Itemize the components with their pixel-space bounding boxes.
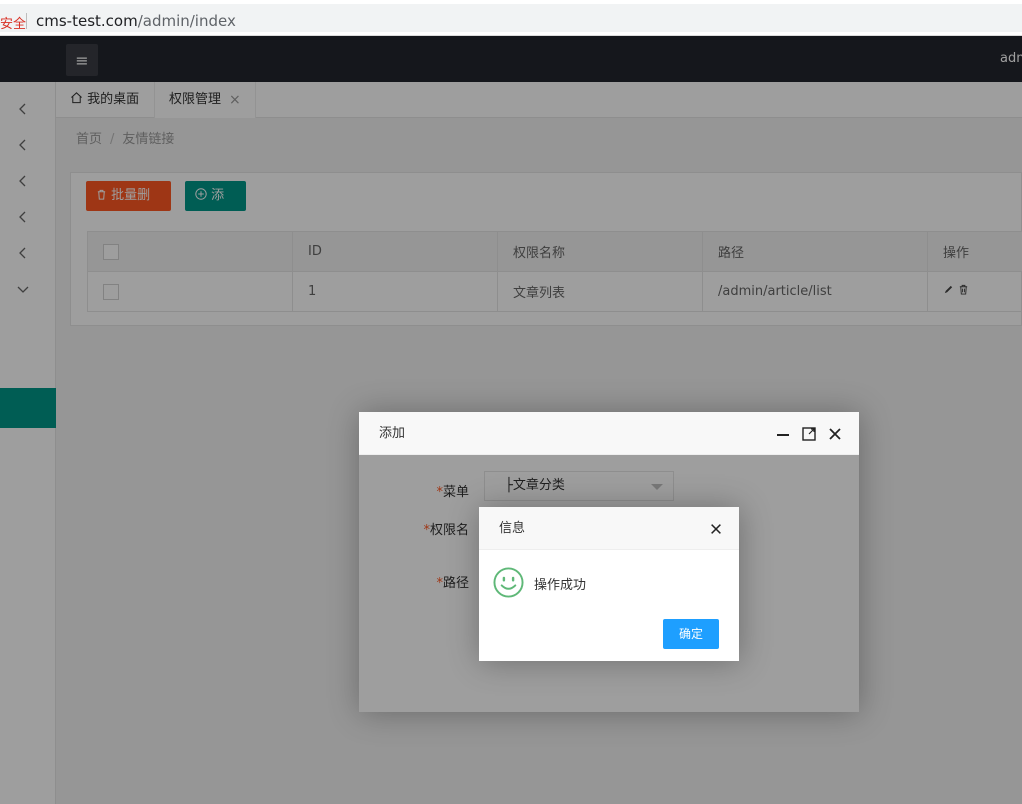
address-field[interactable]: 安全 cms-test.com/admin/index — [0, 4, 1022, 32]
add-dialog-tools — [775, 412, 843, 455]
add-dialog-title: 添加 — [379, 426, 406, 441]
close-icon[interactable] — [709, 507, 723, 550]
info-dialog: 信息 操作成功 确定 — [479, 507, 739, 661]
url-text[interactable]: cms-test.com/admin/index — [36, 12, 236, 30]
browser-address-bar: 安全 cms-test.com/admin/index — [0, 0, 1022, 36]
info-dialog-header: 信息 — [479, 507, 739, 550]
info-message: 操作成功 — [534, 578, 587, 593]
info-dialog-title: 信息 — [499, 521, 526, 536]
minimize-icon[interactable] — [775, 426, 791, 442]
add-dialog-header: 添加 — [359, 412, 859, 455]
insecure-label: 安全 — [0, 17, 27, 32]
url-host: cms-test.com — [36, 12, 138, 30]
maximize-icon[interactable] — [801, 426, 817, 442]
close-icon[interactable] — [827, 426, 843, 442]
smile-icon — [493, 567, 524, 598]
address-divider — [26, 13, 27, 29]
url-path: /admin/index — [137, 12, 236, 30]
confirm-button[interactable]: 确定 — [663, 619, 719, 649]
